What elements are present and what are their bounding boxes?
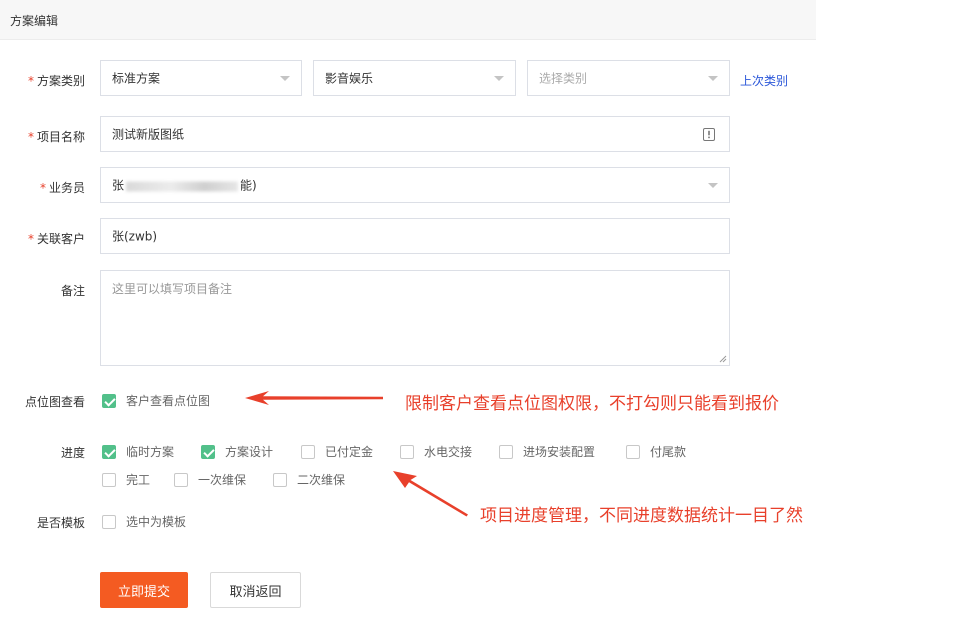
info-card-icon — [703, 128, 715, 141]
template-checkbox[interactable]: 选中为模板 — [102, 513, 186, 530]
checkbox-label: 客户查看点位图 — [126, 394, 211, 408]
progress-item-first-maintenance[interactable]: 一次维保 — [174, 471, 246, 488]
cancel-button[interactable]: 取消返回 — [210, 572, 301, 608]
chevron-down-icon — [708, 76, 718, 81]
point-view-annotation: 限制客户查看点位图权限，不打勾则只能看到报价 — [405, 394, 779, 414]
point-view-checkbox[interactable]: 客户查看点位图 — [102, 392, 210, 409]
progress-item-temp-plan[interactable]: 临时方案 — [102, 443, 174, 460]
customer-input[interactable]: 张(zwb) — [100, 218, 730, 254]
checkbox-label: 水电交接 — [424, 445, 473, 459]
scheme-type-select-value: 标准方案 — [112, 71, 161, 86]
project-name-input[interactable]: 测试新版图纸 — [100, 116, 730, 152]
last-type-link[interactable]: 上次类别 — [740, 72, 788, 89]
project-name-label: * 项目名称 — [27, 130, 85, 144]
checkbox-unchecked-icon — [499, 444, 513, 459]
required-mark: * — [27, 74, 34, 88]
page-header: 方案编辑 — [0, 0, 816, 40]
chevron-down-icon — [280, 76, 290, 81]
checkbox-label: 完工 — [126, 473, 151, 487]
checkbox-unchecked-icon — [301, 444, 315, 459]
required-mark: * — [39, 181, 46, 195]
progress-item-completed[interactable]: 完工 — [102, 471, 150, 488]
redacted-text — [126, 181, 239, 191]
checkbox-label: 付尾款 — [650, 445, 687, 459]
customer-value: 张(zwb) — [112, 229, 158, 244]
salesperson-value: 张能) — [112, 178, 257, 193]
progress-item-plan-design[interactable]: 方案设计 — [201, 443, 273, 460]
required-mark: * — [27, 232, 34, 246]
checkbox-unchecked-icon — [273, 472, 287, 487]
scheme-subtype-select-value: 影音娱乐 — [325, 71, 374, 86]
remark-textarea[interactable]: 这里可以填写项目备注 — [100, 270, 730, 366]
checkbox-unchecked-icon — [174, 472, 188, 487]
remark-placeholder: 这里可以填写项目备注 — [112, 282, 233, 296]
checkbox-unchecked-icon — [102, 514, 116, 529]
chevron-down-icon — [708, 183, 718, 188]
scheme-type-select[interactable]: 标准方案 — [100, 60, 302, 96]
checkbox-checked-icon — [102, 444, 116, 459]
checkbox-label: 临时方案 — [126, 445, 175, 459]
category-select[interactable]: 选择类别 — [527, 60, 730, 96]
checkbox-checked-icon — [102, 393, 116, 408]
checkbox-label: 二次维保 — [297, 473, 346, 487]
checkbox-unchecked-icon — [102, 472, 116, 487]
remark-label: 备注 — [60, 284, 85, 298]
checkbox-label: 已付定金 — [325, 445, 374, 459]
checkbox-checked-icon — [201, 444, 215, 459]
arrow-left-icon — [245, 391, 383, 405]
project-name-value: 测试新版图纸 — [112, 127, 185, 142]
progress-annotation: 项目进度管理，不同进度数据统计一目了然 — [480, 506, 803, 526]
progress-label: 进度 — [60, 446, 85, 460]
template-label: 是否模板 — [36, 516, 85, 530]
progress-item-deposit-paid[interactable]: 已付定金 — [301, 443, 373, 460]
submit-button[interactable]: 立即提交 — [100, 572, 188, 608]
progress-item-utility-handover[interactable]: 水电交接 — [400, 443, 472, 460]
checkbox-label: 方案设计 — [225, 445, 274, 459]
progress-item-install-config[interactable]: 进场安装配置 — [499, 443, 595, 460]
salesperson-select[interactable]: 张能) — [100, 167, 730, 203]
progress-item-final-payment[interactable]: 付尾款 — [626, 443, 686, 460]
checkbox-label: 一次维保 — [198, 473, 247, 487]
category-select-placeholder: 选择类别 — [539, 71, 588, 86]
salesperson-label: * 业务员 — [39, 181, 85, 195]
required-mark: * — [27, 130, 34, 144]
chevron-down-icon — [494, 76, 504, 81]
scheme-type-label: * 方案类别 — [27, 74, 85, 88]
checkbox-unchecked-icon — [626, 444, 640, 459]
checkbox-unchecked-icon — [400, 444, 414, 459]
progress-item-second-maintenance[interactable]: 二次维保 — [273, 471, 345, 488]
checkbox-label: 进场安装配置 — [523, 445, 596, 459]
resize-handle-icon[interactable] — [719, 355, 727, 363]
point-view-label: 点位图查看 — [24, 395, 85, 409]
page-title: 方案编辑 — [10, 14, 59, 28]
scheme-subtype-select[interactable]: 影音娱乐 — [313, 60, 516, 96]
arrow-up-left-icon — [393, 471, 468, 517]
checkbox-label: 选中为模板 — [126, 515, 187, 529]
customer-label: * 关联客户 — [27, 232, 85, 246]
